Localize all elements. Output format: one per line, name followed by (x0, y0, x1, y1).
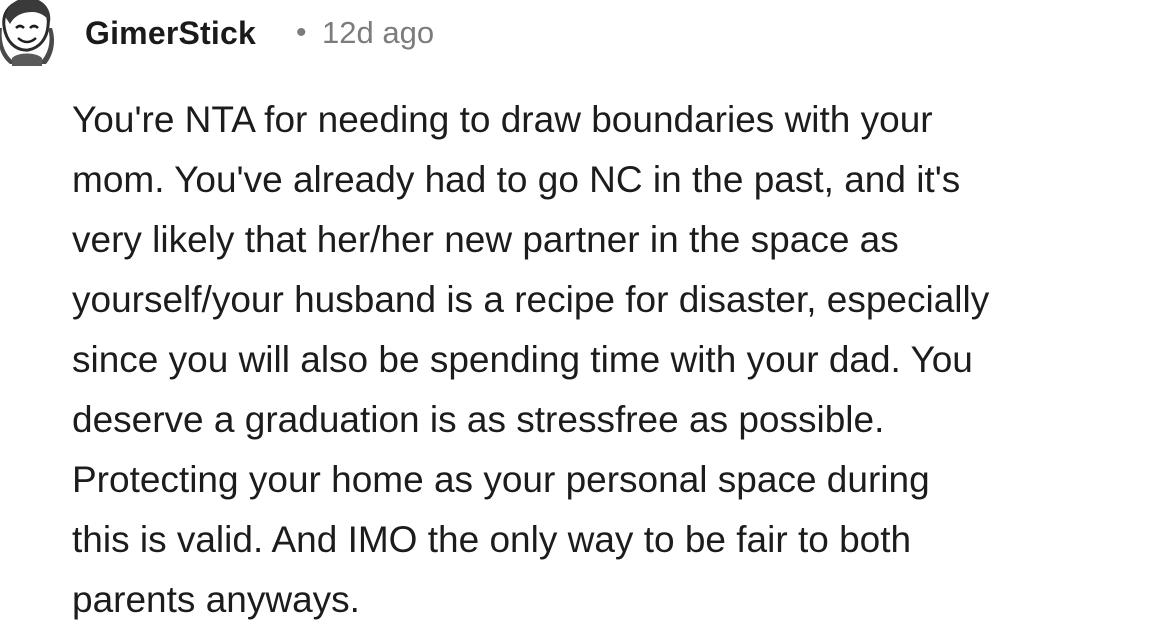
comment-body-line: since you will also be spending time wit… (72, 339, 973, 380)
avatar[interactable] (0, 0, 60, 66)
comment-timestamp: 12d ago (322, 15, 435, 50)
meta-separator: • (296, 16, 307, 49)
comment-body-line: Protecting your home as your personal sp… (72, 459, 930, 500)
comment-body-line: You're NTA for needing to draw boundarie… (72, 99, 933, 140)
comment-body-line: parents anyways. (72, 579, 360, 620)
author-username[interactable]: GimerStick (85, 14, 256, 52)
comment-body-line: this is valid. And IMO the only way to b… (72, 519, 912, 560)
sketch-avatar-icon (0, 0, 54, 66)
comment: GimerStick • 12d ago You're NTA for need… (0, 0, 1158, 628)
comment-body-line: very likely that her/her new partner in … (72, 219, 899, 260)
comment-body-line: deserve a graduation is as stressfree as… (72, 399, 885, 440)
comment-body: You're NTA for needing to draw boundarie… (72, 90, 1158, 630)
comment-header: GimerStick • 12d ago (0, 0, 1158, 66)
comment-body-line: mom. You've already had to go NC in the … (72, 159, 961, 200)
comment-body-line: yourself/your husband is a recipe for di… (72, 279, 990, 320)
